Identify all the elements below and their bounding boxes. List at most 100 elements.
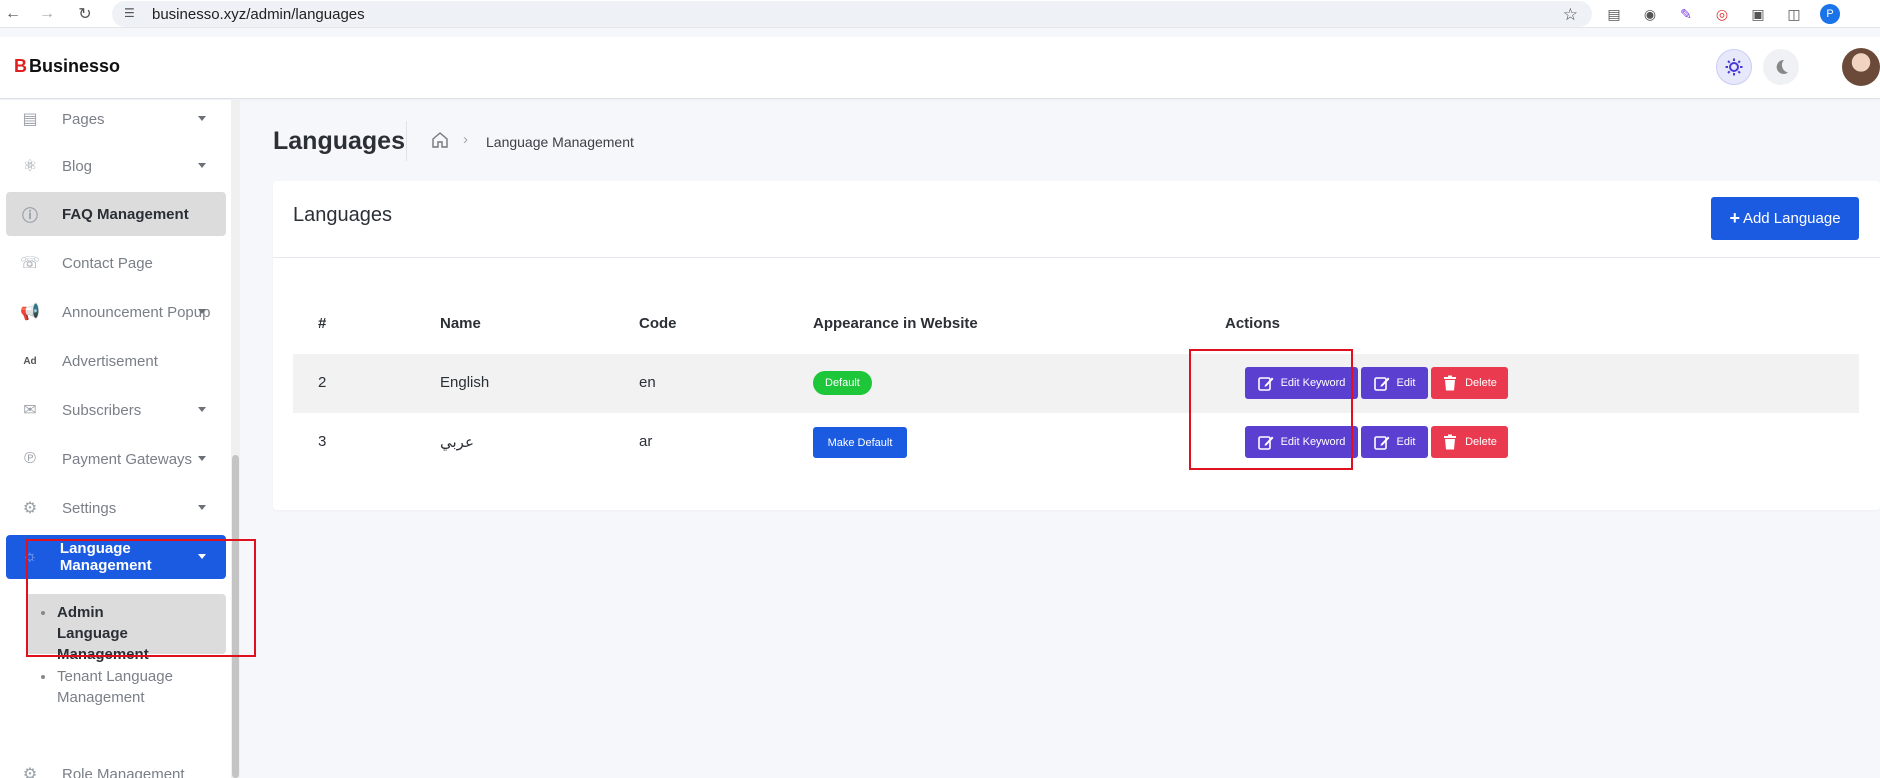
sidebar-scrollbar[interactable]	[231, 100, 240, 778]
sidebar-item-pages[interactable]: ▤ Pages	[6, 100, 226, 141]
breadcrumb[interactable]: Language Management	[486, 134, 634, 150]
camera-extension-icon[interactable]: ◉	[1640, 4, 1660, 24]
delete-button[interactable]: Delete	[1431, 426, 1508, 458]
dark-theme-toggle[interactable]	[1763, 49, 1799, 85]
question-icon: ⓘ	[21, 208, 38, 225]
plus-icon: +	[1729, 208, 1740, 228]
caret-down-icon	[198, 309, 206, 314]
delete-label: Delete	[1465, 436, 1497, 448]
sidebar-subitem-label: Tenant Language Management	[57, 668, 173, 706]
trash-icon	[1444, 375, 1457, 391]
edit-button[interactable]: Edit	[1361, 367, 1428, 399]
caret-down-icon	[198, 456, 206, 461]
sidebar-item-announcement[interactable]: 📢 Announcement Popup	[6, 290, 226, 334]
sidepanel-icon[interactable]: ◫	[1784, 4, 1804, 24]
profile-avatar[interactable]: P	[1820, 4, 1840, 24]
brand-logo[interactable]: B Businesso	[14, 56, 120, 77]
page-icon: ▤	[22, 111, 38, 128]
sidebar-item-label: Blog	[62, 157, 93, 175]
bookmark-star-icon[interactable]: ☆	[1563, 5, 1578, 25]
color-extension-icon[interactable]: ◎	[1712, 4, 1732, 24]
sidebar-item-label: Pages	[62, 110, 105, 128]
table-row: 2 English en Default Edit Keyword Edit D…	[293, 354, 1859, 413]
card-header: Languages + Add Language	[273, 181, 1880, 258]
column-header: Appearance in Website	[813, 315, 978, 332]
role-icon: ⚙	[22, 766, 38, 778]
caret-down-icon	[198, 407, 206, 412]
card-title: Languages	[293, 204, 392, 226]
envelope-icon: ✉	[23, 402, 37, 419]
highlight-box-sidebar	[26, 539, 256, 657]
megaphone-icon: 📢	[20, 304, 40, 321]
sidebar-item-payment-gateways[interactable]: ℗ Payment Gateways	[6, 437, 226, 481]
row-name: عربي	[440, 434, 474, 451]
caret-down-icon	[198, 505, 206, 510]
sidebar-item-label: Advertisement	[62, 352, 158, 370]
edit-label: Edit	[1396, 377, 1416, 389]
delete-button[interactable]: Delete	[1431, 367, 1508, 399]
reload-icon[interactable]: ↻	[72, 1, 98, 27]
highlight-box-edit-keyword	[1189, 349, 1353, 470]
app-header: B Businesso	[0, 37, 1880, 99]
delete-label: Delete	[1465, 377, 1497, 389]
sidebar: ▤ Pages ⚛ Blog ⓘ FAQ Management ☏ Contac…	[0, 100, 240, 778]
caret-down-icon	[198, 163, 206, 168]
sidebar-item-role-management[interactable]: ⚙ Role Management	[6, 752, 226, 778]
sidebar-item-subscribers[interactable]: ✉ Subscribers	[6, 388, 226, 432]
browser-toolbar: ← → ↻ ☰ businesso.xyz/admin/languages ☆ …	[0, 0, 1880, 28]
whatsapp-icon: ☏	[19, 255, 40, 272]
row-id: 3	[318, 433, 327, 450]
sidebar-item-label: Announcement Popup	[62, 303, 211, 321]
row-code: en	[639, 374, 656, 391]
light-theme-toggle[interactable]	[1716, 49, 1752, 85]
bullet-dot	[41, 675, 45, 679]
breadcrumb-separator-icon: ›	[463, 131, 468, 148]
trash-icon	[1444, 434, 1457, 450]
languages-card: Languages + Add Language # Name Code App…	[273, 181, 1880, 510]
sidebar-item-faq[interactable]: ⓘ FAQ Management	[6, 192, 226, 236]
page-title: Languages	[273, 127, 405, 155]
add-language-button[interactable]: + Add Language	[1711, 197, 1859, 240]
paypal-icon: ℗	[24, 450, 36, 467]
sidebar-item-label: FAQ Management	[62, 205, 189, 223]
edit-button[interactable]: Edit	[1361, 426, 1428, 458]
sidebar-item-settings[interactable]: ⚙ Settings	[6, 486, 226, 530]
logo-text: Businesso	[29, 56, 121, 76]
url-text: businesso.xyz/admin/languages	[152, 5, 365, 23]
sidebar-item-advertisement[interactable]: Ad Advertisement	[6, 339, 226, 383]
column-header: Code	[639, 315, 677, 332]
home-icon[interactable]	[431, 131, 449, 149]
ad-icon: Ad	[23, 355, 37, 367]
sidebar-item-label: Subscribers	[62, 401, 142, 419]
back-icon[interactable]: ←	[0, 1, 26, 27]
address-bar[interactable]: ☰ businesso.xyz/admin/languages ☆	[112, 1, 1592, 27]
sidebar-item-contact[interactable]: ☏ Contact Page	[6, 241, 226, 285]
row-name: English	[440, 374, 490, 391]
row-id: 2	[318, 374, 327, 391]
sidebar-item-blog[interactable]: ⚛ Blog	[6, 144, 226, 188]
sidebar-subitem-tenant-language[interactable]: Tenant Language Management	[26, 666, 226, 710]
blog-icon: ⚛	[22, 158, 38, 175]
caret-down-icon	[198, 116, 206, 121]
site-settings-icon[interactable]: ☰	[124, 6, 140, 22]
user-avatar[interactable]	[1842, 48, 1880, 86]
forward-icon[interactable]: →	[34, 1, 60, 27]
make-default-button[interactable]: Make Default	[813, 427, 907, 458]
clipboard-extension-icon[interactable]: ▤	[1604, 4, 1624, 24]
sidebar-item-label: Role Management	[62, 765, 185, 778]
extensions-area: ▤ ◉ ✎ ◎ ▣ ◫ P	[1604, 4, 1840, 24]
default-badge: Default	[813, 371, 872, 395]
column-header: Actions	[1225, 315, 1281, 332]
puzzle-extensions-icon[interactable]: ▣	[1748, 4, 1768, 24]
edit-icon	[1373, 436, 1390, 450]
sidebar-item-label: Contact Page	[62, 254, 153, 272]
table-row: 3 عربي ar Make Default Edit Keyword Edit…	[293, 413, 1859, 472]
add-language-label: Add Language	[1742, 210, 1841, 227]
logo-mark: B	[14, 56, 27, 76]
column-header: #	[318, 315, 327, 332]
column-header: Name	[440, 315, 481, 332]
pen-extension-icon[interactable]: ✎	[1676, 4, 1696, 24]
row-code: ar	[639, 433, 653, 450]
sidebar-item-label: Settings	[62, 499, 117, 517]
title-divider	[406, 121, 407, 161]
